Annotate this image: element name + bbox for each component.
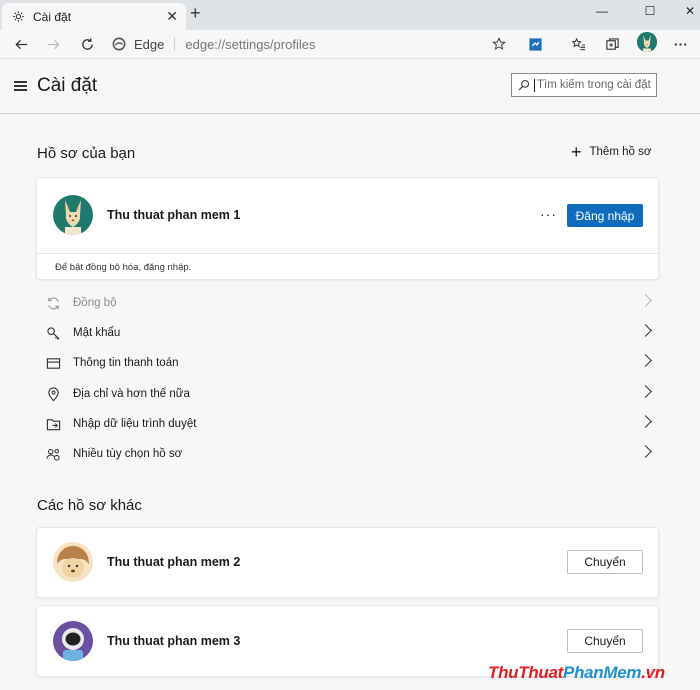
add-profile-button[interactable]: + Thêm hồ sơ: [571, 142, 652, 162]
switch-profile-button[interactable]: Chuyển: [567, 550, 643, 574]
more-menu-icon[interactable]: [671, 35, 689, 53]
extension-icon[interactable]: [526, 35, 544, 53]
other-profile-card: Thu thuat phan mem 2 Chuyển: [37, 528, 658, 597]
menu-item-import[interactable]: Nhập dữ liệu trình duyệt: [37, 409, 658, 439]
profile-avatar-icon[interactable]: [637, 32, 657, 52]
chevron-right-icon: [639, 294, 652, 307]
address-url: edge://settings/profiles: [185, 36, 316, 52]
menu-item-payment[interactable]: Thông tin thanh toán: [37, 348, 658, 378]
chevron-right-icon: [639, 445, 652, 458]
profile-name: Thu thuat phan mem 2: [107, 555, 241, 569]
people-settings-icon: [44, 445, 62, 463]
address-brand: Edge: [134, 36, 165, 52]
close-tab-icon[interactable]: ✕: [166, 8, 178, 25]
chevron-right-icon: [639, 324, 652, 337]
plus-icon: +: [571, 142, 582, 162]
menu-label-passwords: Mật khẩu: [73, 327, 121, 339]
forward-icon[interactable]: [44, 35, 62, 53]
gear-icon: [13, 11, 24, 22]
card-divider: [37, 253, 658, 254]
profiles-section-title: Hồ sơ của bạn: [37, 145, 136, 162]
favorites-icon[interactable]: [569, 35, 587, 53]
search-placeholder: Tìm kiếm trong cài đặt: [537, 79, 651, 91]
profile-avatar-astronaut: [53, 621, 93, 661]
add-profile-label: Thêm hồ sơ: [589, 146, 652, 158]
menu-label-import: Nhập dữ liệu trình duyệt: [73, 418, 197, 430]
maximize-button[interactable]: ☐: [630, 0, 670, 22]
close-window-button[interactable]: ✕: [670, 0, 700, 22]
chevron-right-icon: [639, 415, 652, 428]
search-icon: [518, 79, 530, 91]
minimize-button[interactable]: —: [582, 0, 622, 22]
menu-label-addresses: Địa chỉ và hơn thế nữa: [73, 388, 190, 400]
sync-icon: [44, 294, 62, 312]
browser-toolbar: Edge edge://settings/profiles: [0, 30, 700, 58]
current-profile-card: Thu thuat phan mem 1 ··· Đăng nhập Để bậ…: [37, 178, 658, 279]
chevron-right-icon: [639, 354, 652, 367]
menu-label-payment: Thông tin thanh toán: [73, 357, 179, 369]
signin-button[interactable]: Đăng nhập: [567, 204, 643, 227]
back-icon[interactable]: [12, 35, 30, 53]
sync-note: Để bật đồng bộ hóa, đăng nhập.: [55, 262, 192, 273]
settings-header: Cài đặt Tìm kiếm trong cài đặt: [0, 58, 700, 114]
edge-logo-icon: [112, 37, 126, 51]
menu-label-sync: Đồng bộ: [73, 297, 117, 309]
refresh-icon[interactable]: [78, 35, 96, 53]
tab-settings[interactable]: Cài đặt ✕: [2, 3, 186, 30]
key-icon: [44, 324, 62, 342]
location-icon: [44, 385, 62, 403]
tab-title: Cài đặt: [33, 9, 72, 24]
page-title: Cài đặt: [37, 75, 98, 96]
collections-icon[interactable]: [603, 35, 621, 53]
menu-item-sync[interactable]: Đồng bộ: [37, 288, 658, 318]
menu-item-addresses[interactable]: Địa chỉ và hơn thế nữa: [37, 379, 658, 409]
import-icon: [44, 415, 62, 433]
profile-name: Thu thuat phan mem 3: [107, 634, 241, 648]
profile-avatar-hedgehog: [53, 542, 93, 582]
address-bar[interactable]: Edge edge://settings/profiles: [112, 33, 522, 55]
profile-avatar-fox: [53, 195, 93, 235]
hamburger-menu-icon[interactable]: [14, 81, 27, 91]
menu-label-profile-preferences: Nhiều tùy chọn hồ sơ: [73, 448, 183, 460]
other-profiles-title: Các hồ sơ khác: [37, 497, 142, 514]
profile-name: Thu thuat phan mem 1: [107, 208, 241, 222]
switch-profile-button[interactable]: Chuyển: [567, 629, 643, 653]
text-cursor: [534, 78, 535, 92]
search-input[interactable]: Tìm kiếm trong cài đặt: [511, 73, 657, 97]
watermark-logo: ThuThuatPhanMem.vn: [488, 663, 665, 682]
more-options-icon[interactable]: ···: [540, 206, 557, 222]
title-bar: Cài đặt ✕ + — ☐ ✕: [0, 0, 700, 30]
favorite-star-icon[interactable]: [490, 35, 508, 53]
card-icon: [44, 354, 62, 372]
address-separator: [174, 37, 176, 51]
new-tab-button[interactable]: +: [190, 3, 201, 24]
chevron-right-icon: [639, 385, 652, 398]
menu-item-profile-preferences[interactable]: Nhiều tùy chọn hồ sơ: [37, 439, 658, 469]
menu-item-passwords[interactable]: Mật khẩu: [37, 318, 658, 348]
